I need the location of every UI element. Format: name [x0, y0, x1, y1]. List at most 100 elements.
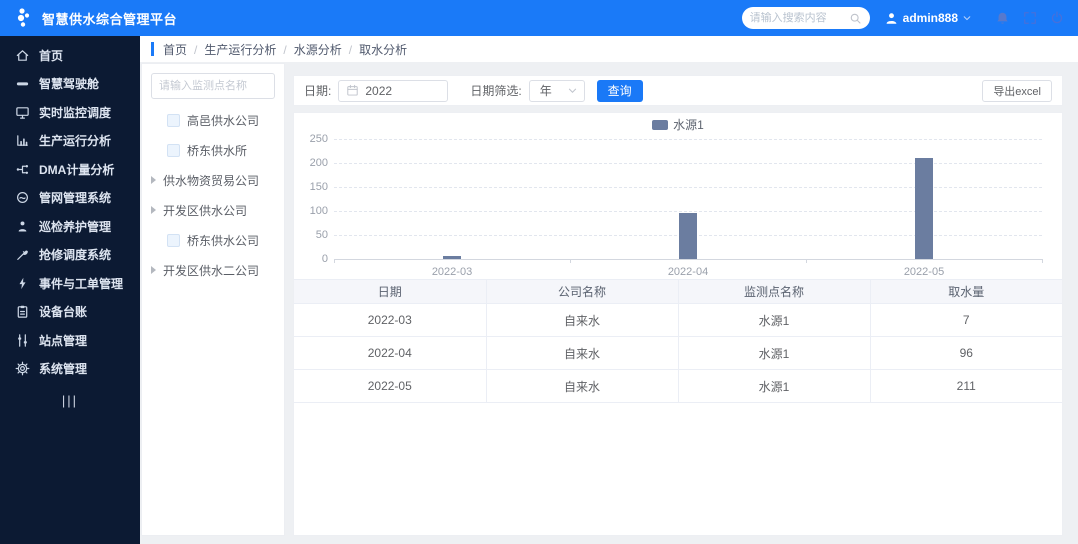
tree-item-2[interactable]: 供水物资贸易公司: [142, 165, 284, 195]
bell-icon[interactable]: [995, 11, 1010, 26]
table-header-cell: 监测点名称: [677, 279, 871, 304]
fullscreen-icon[interactable]: [1023, 11, 1037, 25]
table-cell: 2022-05: [294, 369, 487, 403]
table-cell: 自来水: [485, 303, 679, 337]
event-icon: [15, 276, 30, 291]
tree-search: [151, 73, 275, 99]
chart-legend[interactable]: 水源1: [294, 116, 1062, 133]
tree-item-4[interactable]: 桥东供水公司: [142, 225, 284, 255]
sidebar-collapse-toggle[interactable]: |||: [0, 385, 140, 415]
table-cell: 2022-04: [294, 336, 487, 370]
breadcrumb-item-1[interactable]: 生产运行分析: [204, 43, 276, 57]
tree-item-label: 供水物资贸易公司: [163, 173, 260, 188]
breadcrumb-accent: [151, 42, 154, 56]
bar-2022-03: [443, 255, 461, 259]
table-cell: 211: [869, 369, 1062, 403]
date-granularity-select[interactable]: 年: [528, 79, 585, 102]
tree-item-0[interactable]: 高邑供水公司: [142, 105, 284, 135]
monitor-icon: [15, 105, 30, 120]
sidebar-item-11[interactable]: 系统管理: [0, 355, 140, 384]
table-cell: 96: [869, 336, 1062, 370]
sidebar-item-2[interactable]: 实时监控调度: [0, 98, 140, 127]
sidebar-item-0[interactable]: 首页: [0, 41, 140, 70]
tree-item-label: 高邑供水公司: [187, 113, 260, 128]
sidebar-item-3[interactable]: 生产运行分析: [0, 127, 140, 156]
network-icon: [15, 162, 30, 177]
tree-item-label: 桥东供水所: [187, 143, 248, 158]
tree-search-input[interactable]: [151, 73, 275, 99]
y-axis-tick-label: 100: [309, 205, 328, 217]
station-icon: [15, 333, 30, 348]
breadcrumb-item-0[interactable]: 首页: [163, 43, 187, 57]
date-label: 日期:: [304, 84, 332, 98]
query-button[interactable]: 查询: [596, 79, 643, 102]
export-excel-button[interactable]: 导出excel: [982, 79, 1052, 102]
user-menu[interactable]: admin888: [884, 11, 972, 26]
tree-item-label: 开发区供水公司: [163, 203, 248, 218]
sidebar-item-9[interactable]: 设备台账: [0, 298, 140, 327]
gridline: [334, 139, 1042, 140]
breadcrumb-item-3[interactable]: 取水分析: [359, 43, 407, 57]
x-axis-line: [334, 259, 1042, 260]
tree-item-label: 桥东供水公司: [187, 233, 260, 248]
repair-icon: [15, 247, 30, 262]
x-axis-tick-label: 2022-03: [431, 266, 473, 278]
username: admin888: [902, 11, 958, 25]
x-axis-tick: [806, 259, 807, 263]
sidebar-item-label: 首页: [39, 48, 64, 63]
gridline: [334, 187, 1042, 188]
tree-item-5[interactable]: 开发区供水二公司: [142, 255, 284, 285]
breadcrumb-bar: 首页 / 生产运行分析 / 水源分析 / 取水分析: [140, 36, 1078, 62]
checkbox[interactable]: [167, 143, 180, 157]
tree-item-1[interactable]: 桥东供水所: [142, 135, 284, 165]
caret-right-icon[interactable]: [151, 266, 156, 274]
sidebar-item-6[interactable]: 巡检养护管理: [0, 212, 140, 241]
bar-2022-04: [679, 212, 697, 259]
search-icon[interactable]: [849, 12, 862, 25]
table-row: 2022-05 自来水 水源1 211: [294, 369, 1062, 403]
filter-bar: 日期: 2022 日期筛选: 年 查询 导出excel: [293, 75, 1063, 106]
date-picker[interactable]: 2022: [338, 79, 449, 102]
breadcrumb-separator: /: [194, 42, 198, 57]
tree-item-3[interactable]: 开发区供水公司: [142, 195, 284, 225]
checkbox[interactable]: [167, 113, 180, 127]
sidebar-item-label: 设备台账: [39, 305, 88, 320]
sidebar-item-label: 管网管理系统: [39, 191, 112, 206]
table-cell: 2022-03: [294, 303, 487, 337]
sidebar-item-label: 实时监控调度: [39, 105, 112, 120]
sidebar-item-10[interactable]: 站点管理: [0, 326, 140, 355]
sidebar-item-8[interactable]: 事件与工单管理: [0, 269, 140, 298]
sidebar-item-4[interactable]: DMA计量分析: [0, 155, 140, 184]
intake-data-table: 日期 公司名称 监测点名称 取水量 2022-03 自来水 水源1 7 2022-04 自来水水…: [294, 279, 1062, 403]
dashboard-icon: [15, 76, 30, 91]
power-icon[interactable]: [1050, 11, 1064, 25]
table-cell: 自来水: [485, 336, 679, 370]
app-title: 智慧供水综合管理平台: [42, 11, 178, 27]
x-axis-tick-label: 2022-04: [667, 266, 709, 278]
date-value: 2022: [365, 83, 393, 98]
x-axis-tick: [570, 259, 571, 263]
caret-right-icon[interactable]: [151, 176, 156, 184]
breadcrumb-item-2[interactable]: 水源分析: [294, 43, 342, 57]
sidebar: 首页智慧驾驶舱实时监控调度 生产运行分析 DMA计量分析 管网管理系统巡检养护管理 抢修…: [0, 36, 140, 544]
x-axis-tick: [1042, 259, 1043, 263]
gridline: [334, 163, 1042, 164]
select-value: 年: [539, 84, 552, 98]
sidebar-item-label: 生产运行分析: [39, 134, 112, 149]
x-axis-tick: [334, 259, 335, 263]
sidebar-item-5[interactable]: 管网管理系统: [0, 184, 140, 213]
top-header: 智慧供水综合管理平台 admin888: [0, 0, 1078, 36]
y-axis-tick-label: 0: [321, 253, 328, 265]
caret-right-icon[interactable]: [151, 206, 156, 214]
checkbox[interactable]: [167, 233, 180, 247]
sidebar-item-7[interactable]: 抢修调度系统: [0, 241, 140, 270]
table-row: 2022-04 自来水 水源1 96: [294, 336, 1062, 370]
sidebar-item-1[interactable]: 智慧驾驶舱: [0, 70, 140, 99]
global-search-input[interactable]: [749, 12, 849, 24]
sidebar-item-label: DMA计量分析: [39, 162, 115, 177]
table-header-row: 日期 公司名称 监测点名称 取水量: [294, 279, 1062, 304]
table-cell: 水源1: [677, 369, 871, 403]
y-axis-tick-label: 200: [309, 157, 328, 169]
chevron-down-icon: [567, 85, 578, 96]
home-icon: [15, 48, 30, 63]
